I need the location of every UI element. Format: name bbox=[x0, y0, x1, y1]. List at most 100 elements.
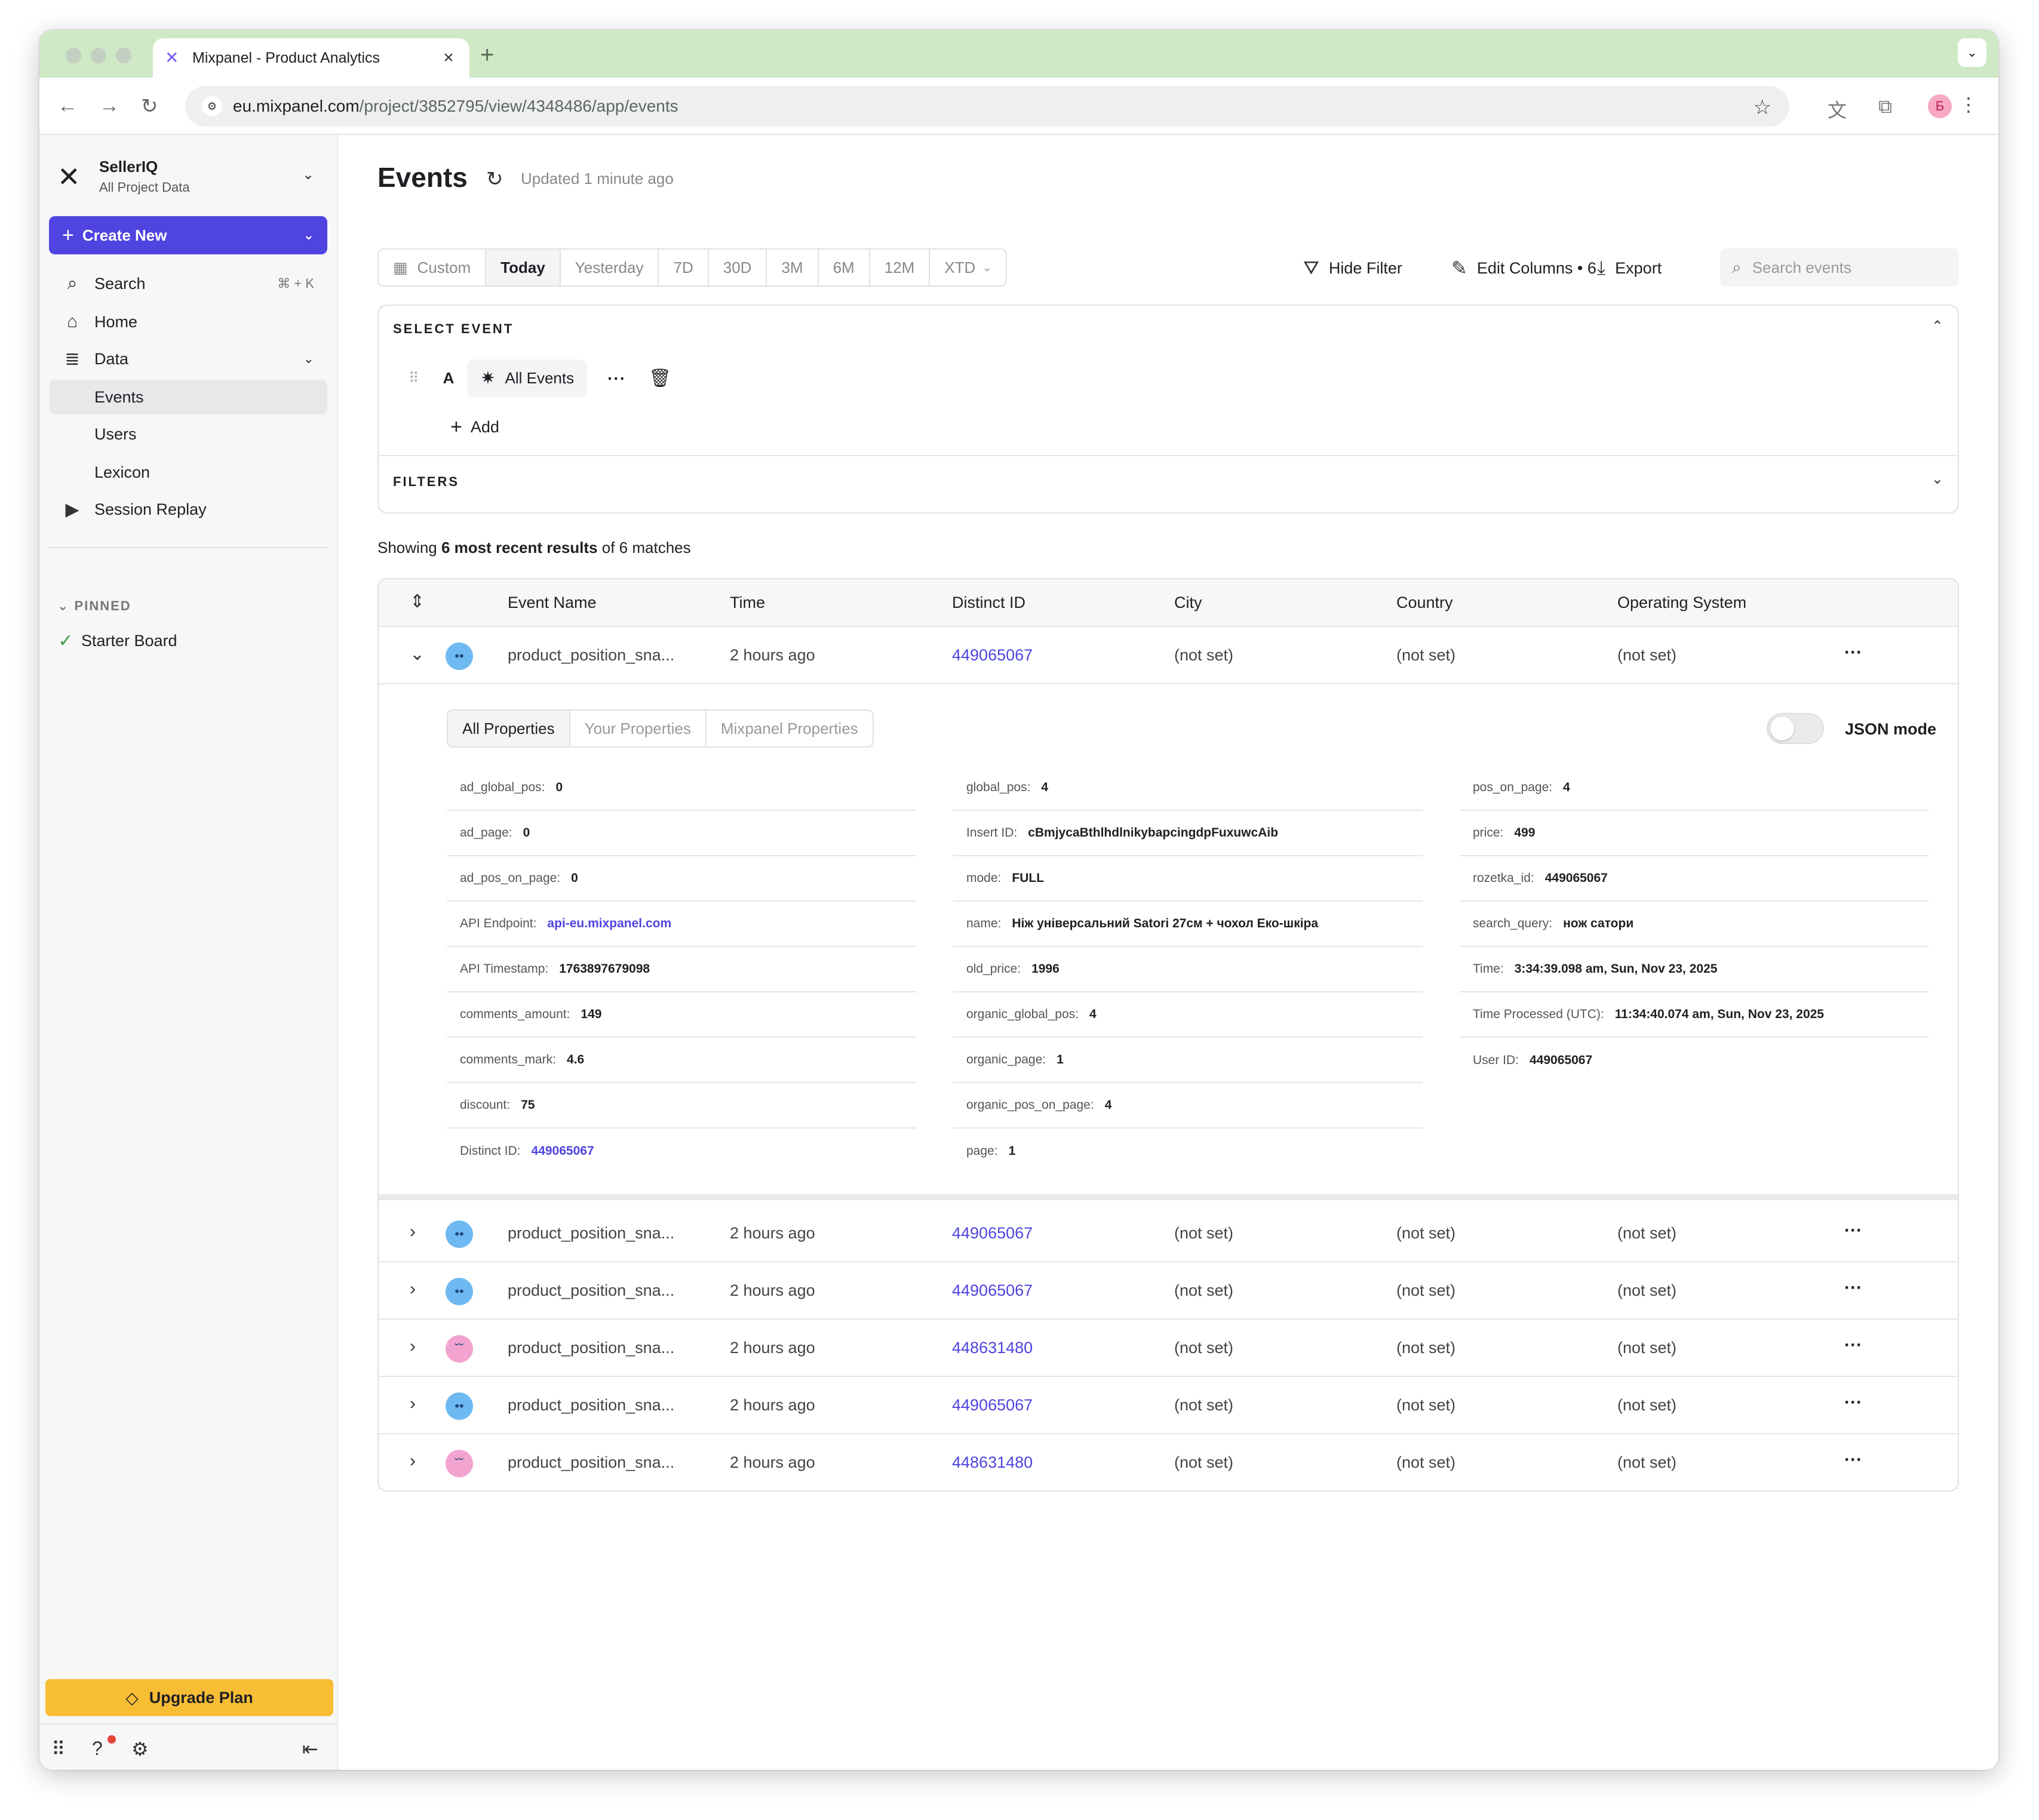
sidebar-item-search[interactable]: ⌕ Search ⌘ + K bbox=[49, 266, 327, 301]
sidebar-item-lexicon[interactable]: Lexicon bbox=[49, 455, 327, 490]
table-row[interactable]: › ˘˘ product_position_sna... 2 hours ago 448… bbox=[379, 1434, 1958, 1490]
add-event-button[interactable]: + Add bbox=[450, 416, 499, 439]
distinct-id-link[interactable]: 449065067 bbox=[952, 1281, 1033, 1300]
filters-header[interactable]: FILTERS bbox=[393, 474, 459, 490]
table-row[interactable]: › •• product_position_sna... 2 hours ago 449… bbox=[379, 1205, 1958, 1262]
extensions-icon[interactable]: ⧉ bbox=[1878, 96, 1892, 118]
property-value: 449065067 bbox=[1544, 871, 1608, 885]
close-window-button[interactable] bbox=[66, 48, 81, 63]
search-events-input[interactable]: ⌕ Search events bbox=[1720, 248, 1959, 287]
forward-arrow-icon[interactable]: → bbox=[99, 94, 119, 118]
property-row: API Timestamp: 1763897679098 bbox=[447, 947, 916, 992]
chevron-down-icon[interactable]: ⌄ bbox=[410, 644, 425, 665]
maximize-window-button[interactable] bbox=[116, 48, 131, 63]
row-more-icon[interactable]: ··· bbox=[1844, 1450, 1862, 1470]
edit-columns-button[interactable]: ✎ Edit Columns • 6 bbox=[1451, 257, 1596, 279]
more-options-icon[interactable]: ··· bbox=[607, 369, 626, 388]
distinct-id-link[interactable]: 449065067 bbox=[952, 1224, 1033, 1243]
property-value[interactable]: api-eu.mixpanel.com bbox=[547, 917, 671, 931]
row-more-icon[interactable]: ··· bbox=[1844, 642, 1862, 663]
range-custom[interactable]: ▦ Custom bbox=[379, 250, 487, 285]
url-host: eu.mixpanel.com bbox=[233, 97, 360, 115]
bookmark-star-icon[interactable]: ☆ bbox=[1754, 96, 1771, 119]
reload-icon[interactable]: ↻ bbox=[141, 94, 158, 118]
trash-icon[interactable]: 🗑 bbox=[649, 368, 671, 389]
table-row[interactable]: › •• product_position_sna... 2 hours ago 449… bbox=[379, 1377, 1958, 1434]
json-mode-toggle[interactable] bbox=[1767, 713, 1824, 744]
sidebar-item-starter-board[interactable]: ✓ Starter Board bbox=[49, 623, 327, 658]
property-value[interactable]: 449065067 bbox=[532, 1144, 594, 1158]
minimize-window-button[interactable] bbox=[91, 48, 106, 63]
column-header[interactable]: Event Name bbox=[508, 594, 597, 612]
row-more-icon[interactable]: ··· bbox=[1844, 1278, 1862, 1298]
range-xtd[interactable]: XTD ⌄ bbox=[930, 250, 1006, 285]
chevron-right-icon[interactable]: › bbox=[410, 1394, 416, 1414]
distinct-id-link[interactable]: 448631480 bbox=[952, 1339, 1033, 1357]
pinned-header[interactable]: ⌄ PINNED bbox=[57, 598, 131, 614]
chevron-down-icon[interactable]: ⌄ bbox=[1931, 471, 1943, 488]
column-header[interactable]: City bbox=[1174, 594, 1202, 612]
sidebar-item-users[interactable]: Users bbox=[49, 417, 327, 451]
browser-tab-active[interactable]: ✕ Mixpanel - Product Analytics × bbox=[153, 38, 469, 78]
tab-search-chevron-icon[interactable]: ⌄ bbox=[1958, 38, 1986, 67]
sidebar-item-events[interactable]: Events bbox=[49, 380, 327, 414]
sidebar-item-home[interactable]: ⌂ Home bbox=[49, 305, 327, 339]
column-header[interactable]: Operating System bbox=[1617, 594, 1746, 612]
column-header[interactable]: Distinct ID bbox=[952, 594, 1025, 612]
back-arrow-icon[interactable]: ← bbox=[57, 94, 78, 118]
chevron-right-icon[interactable]: › bbox=[410, 1451, 416, 1471]
refresh-icon[interactable]: ↻ bbox=[486, 167, 503, 191]
help-icon[interactable]: ? bbox=[92, 1738, 103, 1760]
new-tab-button[interactable]: + bbox=[480, 42, 494, 69]
sidebar-item-data[interactable]: ≣ Data ⌄ bbox=[49, 342, 327, 376]
apps-grid-icon[interactable]: ⠿ bbox=[51, 1738, 65, 1760]
browser-menu-icon[interactable]: ⋮ bbox=[1959, 93, 1978, 116]
chevron-right-icon[interactable]: › bbox=[410, 1336, 416, 1357]
table-row[interactable]: › ˘˘ product_position_sna... 2 hours ago 448… bbox=[379, 1320, 1958, 1377]
expand-collapse-icon[interactable]: ⇕ bbox=[410, 591, 425, 612]
window-controls bbox=[66, 48, 131, 63]
upgrade-plan-label: Upgrade Plan bbox=[149, 1688, 253, 1707]
sidebar-item-session-replay[interactable]: ▶ Session Replay bbox=[49, 492, 327, 527]
column-header[interactable]: Country bbox=[1396, 594, 1453, 612]
drag-handle-icon[interactable]: ⠿ bbox=[409, 370, 419, 387]
row-more-icon[interactable]: ··· bbox=[1844, 1392, 1862, 1413]
row-more-icon[interactable]: ··· bbox=[1844, 1220, 1862, 1241]
gear-icon[interactable]: ⚙ bbox=[131, 1738, 149, 1760]
profile-avatar[interactable]: Б bbox=[1928, 94, 1952, 118]
all-events-chip[interactable]: ✷ All Events bbox=[467, 359, 588, 397]
property-row: API Endpoint: api-eu.mixpanel.com bbox=[447, 902, 916, 947]
range-today[interactable]: Today bbox=[486, 250, 561, 285]
property-row: organic_global_pos: 4 bbox=[953, 992, 1423, 1038]
distinct-id-link[interactable]: 449065067 bbox=[952, 1396, 1033, 1415]
range-3m[interactable]: 3M bbox=[767, 250, 819, 285]
upgrade-plan-button[interactable]: ◇ Upgrade Plan bbox=[45, 1679, 333, 1716]
table-row[interactable]: ⌄ •• product_position_sna... 2 hours ago 449… bbox=[379, 627, 1958, 684]
tab-mixpanel-properties[interactable]: Mixpanel Properties bbox=[707, 711, 873, 746]
create-new-button[interactable]: + Create New ⌄ bbox=[49, 216, 327, 254]
chevron-right-icon[interactable]: › bbox=[410, 1279, 416, 1299]
address-bar[interactable]: ⚙ eu.mixpanel.com/project/3852795/view/4… bbox=[185, 86, 1789, 127]
range-12m[interactable]: 12M bbox=[870, 250, 931, 285]
table-row[interactable]: › •• product_position_sna... 2 hours ago 449… bbox=[379, 1262, 1958, 1320]
tab-all-properties[interactable]: All Properties bbox=[448, 711, 570, 746]
site-settings-icon[interactable]: ⚙ bbox=[202, 96, 222, 116]
tab-close-icon[interactable]: × bbox=[440, 48, 457, 68]
row-more-icon[interactable]: ··· bbox=[1844, 1335, 1862, 1355]
hide-filter-button[interactable]: ⛛ Hide Filter bbox=[1303, 257, 1402, 279]
range-yesterday[interactable]: Yesterday bbox=[560, 250, 659, 285]
chevron-up-icon[interactable]: ⌃ bbox=[1931, 318, 1943, 335]
distinct-id-link[interactable]: 448631480 bbox=[952, 1453, 1033, 1472]
range-7d[interactable]: 7D bbox=[659, 250, 709, 285]
distinct-id-link[interactable]: 449065067 bbox=[952, 646, 1033, 665]
collapse-sidebar-icon[interactable]: ⇤ bbox=[302, 1738, 318, 1760]
chevron-right-icon[interactable]: › bbox=[410, 1222, 416, 1242]
tab-your-properties[interactable]: Your Properties bbox=[570, 711, 707, 746]
translate-icon[interactable]: 文 bbox=[1828, 96, 1847, 123]
range-6m[interactable]: 6M bbox=[818, 250, 870, 285]
project-switcher[interactable]: ✕ SellerIQ All Project Data bbox=[57, 158, 190, 195]
export-button[interactable]: ⤓ Export bbox=[1597, 257, 1662, 279]
chevron-down-icon[interactable]: ⌄ bbox=[302, 166, 314, 183]
column-header[interactable]: Time bbox=[730, 594, 765, 612]
range-30d[interactable]: 30D bbox=[708, 250, 767, 285]
